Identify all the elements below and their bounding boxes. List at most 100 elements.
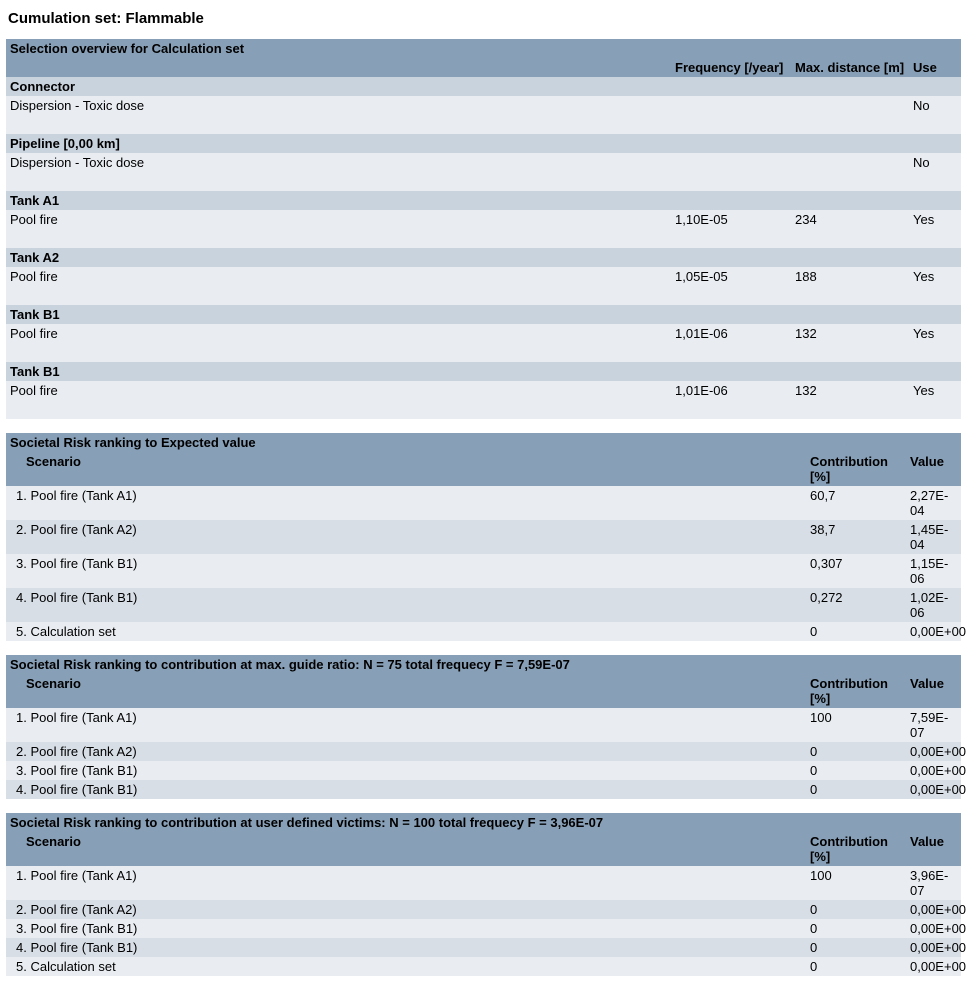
spacer xyxy=(6,229,961,248)
spacer xyxy=(6,286,961,305)
col-contribution: Contribution [%] xyxy=(806,674,906,708)
contribution-cell: 60,7 xyxy=(806,486,906,520)
page-title: Cumulation set: Flammable xyxy=(6,6,961,39)
row-value: Yes xyxy=(909,381,961,400)
row-label: Pool fire xyxy=(6,324,671,343)
value-cell: 1,45E-04 xyxy=(906,520,961,554)
contribution-cell: 100 xyxy=(806,708,906,742)
value-cell: 0,00E+00 xyxy=(906,622,961,641)
table-row: 2. Pool fire (Tank A2)38,71,45E-04 xyxy=(6,520,961,554)
row-value xyxy=(671,153,791,172)
spacer xyxy=(6,400,961,419)
value-cell: 0,00E+00 xyxy=(906,780,961,799)
col-use: Use xyxy=(909,58,961,77)
table-row: 3. Pool fire (Tank B1)0,3071,15E-06 xyxy=(6,554,961,588)
table-row: 4. Pool fire (Tank B1)0,2721,02E-06 xyxy=(6,588,961,622)
group-name: Tank B1 xyxy=(6,362,961,381)
contribution-cell: 0 xyxy=(806,742,906,761)
row-value: 1,05E-05 xyxy=(671,267,791,286)
ranking-heading: Societal Risk ranking to contribution at… xyxy=(6,813,961,832)
value-cell: 3,96E-07 xyxy=(906,866,961,900)
contribution-cell: 38,7 xyxy=(806,520,906,554)
spacer xyxy=(6,343,961,362)
contribution-cell: 0 xyxy=(806,780,906,799)
value-cell: 0,00E+00 xyxy=(906,761,961,780)
group-name: Tank B1 xyxy=(6,305,961,324)
row-value: No xyxy=(909,96,961,115)
contribution-cell: 0,272 xyxy=(806,588,906,622)
table-row: 4. Pool fire (Tank B1)00,00E+00 xyxy=(6,938,961,957)
contribution-cell: 0 xyxy=(806,761,906,780)
table-row: Dispersion - Toxic doseNo xyxy=(6,96,961,115)
scenario-cell: 2. Pool fire (Tank A2) xyxy=(6,520,806,554)
ranking-table: Societal Risk ranking to Expected valueS… xyxy=(6,433,961,641)
value-cell: 7,59E-07 xyxy=(906,708,961,742)
value-cell: 0,00E+00 xyxy=(906,919,961,938)
table-row: 4. Pool fire (Tank B1)00,00E+00 xyxy=(6,780,961,799)
row-label: Pool fire xyxy=(6,210,671,229)
col-value: Value xyxy=(906,452,961,486)
scenario-cell: 5. Calculation set xyxy=(6,957,806,976)
table-row: 3. Pool fire (Tank B1)00,00E+00 xyxy=(6,919,961,938)
row-value: Yes xyxy=(909,324,961,343)
row-value: 1,01E-06 xyxy=(671,381,791,400)
value-cell: 0,00E+00 xyxy=(906,742,961,761)
selection-overview-table: Selection overview for Calculation set F… xyxy=(6,39,961,419)
scenario-cell: 4. Pool fire (Tank B1) xyxy=(6,938,806,957)
col-value: Value xyxy=(906,832,961,866)
col-max-distance: Max. distance [m] xyxy=(791,58,909,77)
table-row: 1. Pool fire (Tank A1)1003,96E-07 xyxy=(6,866,961,900)
scenario-cell: 2. Pool fire (Tank A2) xyxy=(6,742,806,761)
value-cell: 1,02E-06 xyxy=(906,588,961,622)
scenario-cell: 3. Pool fire (Tank B1) xyxy=(6,554,806,588)
row-value: 1,10E-05 xyxy=(671,210,791,229)
col-frequency: Frequency [/year] xyxy=(671,58,791,77)
row-value: 1,01E-06 xyxy=(671,324,791,343)
table-row: 5. Calculation set00,00E+00 xyxy=(6,622,961,641)
ranking-heading: Societal Risk ranking to Expected value xyxy=(6,433,961,452)
row-value: 132 xyxy=(791,324,909,343)
row-value xyxy=(671,96,791,115)
table-row: 1. Pool fire (Tank A1)60,72,27E-04 xyxy=(6,486,961,520)
group-name: Tank A2 xyxy=(6,248,961,267)
row-label: Pool fire xyxy=(6,381,671,400)
ranking-heading: Societal Risk ranking to contribution at… xyxy=(6,655,961,674)
table-row: 3. Pool fire (Tank B1)00,00E+00 xyxy=(6,761,961,780)
scenario-cell: 5. Calculation set xyxy=(6,622,806,641)
col-empty xyxy=(6,58,671,77)
row-value xyxy=(791,153,909,172)
contribution-cell: 0 xyxy=(806,919,906,938)
row-value: Yes xyxy=(909,210,961,229)
scenario-cell: 4. Pool fire (Tank B1) xyxy=(6,780,806,799)
col-scenario: Scenario xyxy=(6,832,806,866)
col-scenario: Scenario xyxy=(6,452,806,486)
value-cell: 0,00E+00 xyxy=(906,938,961,957)
scenario-cell: 3. Pool fire (Tank B1) xyxy=(6,761,806,780)
ranking-table: Societal Risk ranking to contribution at… xyxy=(6,655,961,799)
contribution-cell: 0 xyxy=(806,957,906,976)
table-row: Pool fire1,10E-05234Yes xyxy=(6,210,961,229)
table-row: Dispersion - Toxic dose No xyxy=(6,153,961,172)
contribution-cell: 0 xyxy=(806,938,906,957)
spacer xyxy=(6,172,961,191)
value-cell: 1,15E-06 xyxy=(906,554,961,588)
group-name: Connector xyxy=(6,77,961,96)
row-value: No xyxy=(909,153,961,172)
scenario-cell: 3. Pool fire (Tank B1) xyxy=(6,919,806,938)
row-value: 234 xyxy=(791,210,909,229)
value-cell: 2,27E-04 xyxy=(906,486,961,520)
row-value: 132 xyxy=(791,381,909,400)
table-row: 2. Pool fire (Tank A2)00,00E+00 xyxy=(6,742,961,761)
contribution-cell: 100 xyxy=(806,866,906,900)
group-name: Pipeline [0,00 km] xyxy=(6,134,961,153)
col-value: Value xyxy=(906,674,961,708)
scenario-cell: 1. Pool fire (Tank A1) xyxy=(6,866,806,900)
ranking-table: Societal Risk ranking to contribution at… xyxy=(6,813,961,976)
table-row: 2. Pool fire (Tank A2)00,00E+00 xyxy=(6,900,961,919)
row-value: Yes xyxy=(909,267,961,286)
contribution-cell: 0,307 xyxy=(806,554,906,588)
col-scenario: Scenario xyxy=(6,674,806,708)
group-name: Tank A1 xyxy=(6,191,961,210)
row-label: Dispersion - Toxic dose xyxy=(6,153,671,172)
table-row: Pool fire1,01E-06132Yes xyxy=(6,324,961,343)
